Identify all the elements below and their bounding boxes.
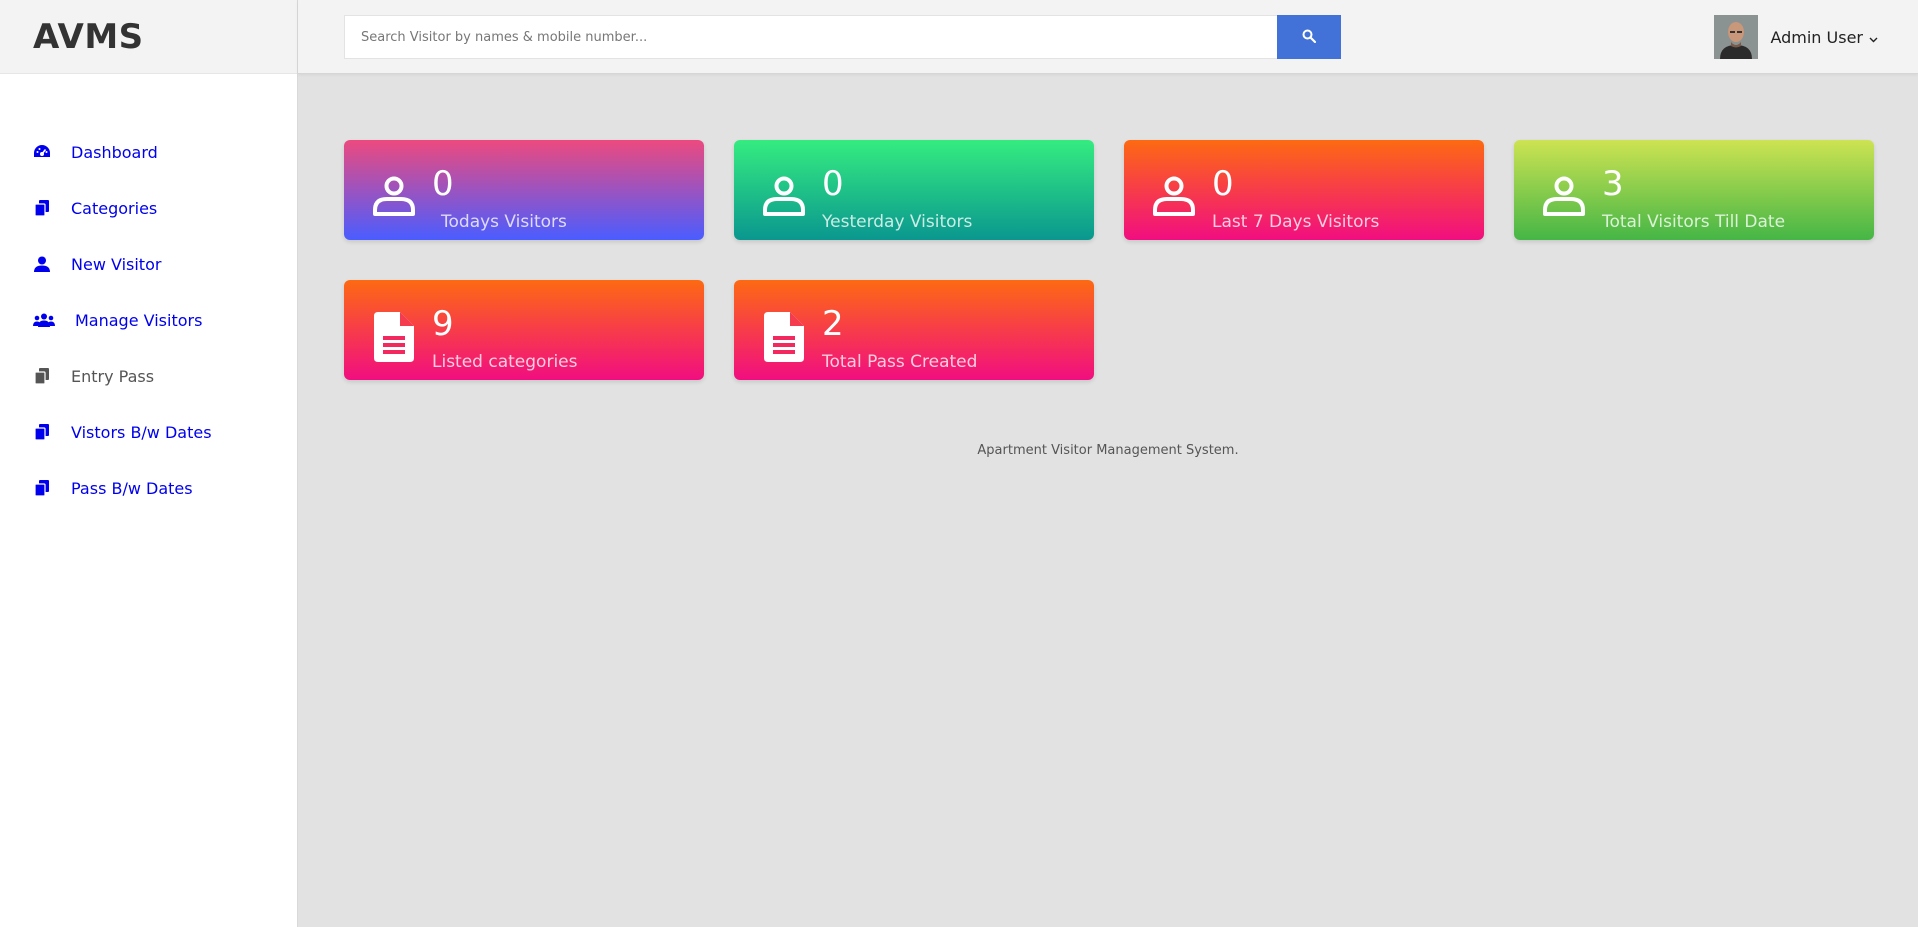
- user-icon: [762, 174, 806, 218]
- chevron-down-icon: [1869, 28, 1878, 47]
- sidebar-item-categories[interactable]: Categories: [0, 180, 297, 236]
- user-icon: [1152, 174, 1196, 218]
- top-header: Admin User: [298, 0, 1918, 74]
- stat-card-last-7-days-visitors[interactable]: 0 Last 7 Days Visitors: [1124, 140, 1484, 240]
- stat-label: Total Visitors Till Date: [1602, 212, 1786, 232]
- sidebar-item-visitors-between-dates[interactable]: Vistors B/w Dates: [0, 404, 297, 460]
- stat-value: 9: [432, 304, 454, 344]
- dashboard-gauge-icon: [33, 143, 51, 161]
- stat-card-yesterday-visitors[interactable]: 0 Yesterday Visitors: [734, 140, 1094, 240]
- file-icon: [374, 312, 418, 362]
- stat-label: Listed categories: [432, 352, 578, 372]
- sidebar-nav: Dashboard Categories New Visitor Manage …: [0, 74, 297, 516]
- brand-logo[interactable]: AVMS: [33, 17, 144, 57]
- stat-value: 3: [1602, 164, 1624, 204]
- user-menu[interactable]: Admin User: [1714, 15, 1878, 59]
- sidebar-item-label: Vistors B/w Dates: [71, 422, 212, 442]
- stat-label: Todays Visitors: [441, 212, 567, 232]
- copy-files-icon: [33, 423, 51, 441]
- copy-files-icon: [33, 479, 51, 497]
- user-icon: [372, 174, 416, 218]
- sidebar-item-label: Dashboard: [71, 142, 158, 162]
- search-box: [344, 15, 1278, 59]
- stat-value: 0: [822, 164, 844, 204]
- sidebar-item-label: Entry Pass: [71, 366, 155, 386]
- user-icon: [1542, 174, 1586, 218]
- stat-value: 0: [1212, 164, 1234, 204]
- stat-label: Total Pass Created: [822, 352, 978, 372]
- sidebar: AVMS Dashboard Categories New Visitor Ma…: [0, 0, 298, 927]
- search-icon: [1302, 29, 1317, 46]
- stat-value: 0: [432, 164, 454, 204]
- sidebar-item-label: Categories: [71, 198, 158, 218]
- stat-label: Last 7 Days Visitors: [1212, 212, 1380, 232]
- sidebar-item-label: Pass B/w Dates: [71, 478, 193, 498]
- search-button[interactable]: [1277, 15, 1341, 59]
- copy-files-icon: [33, 199, 51, 217]
- stat-card-total-visitors[interactable]: 3 Total Visitors Till Date: [1514, 140, 1874, 240]
- sidebar-item-label: New Visitor: [71, 254, 162, 274]
- avatar: [1714, 15, 1759, 59]
- users-group-icon: [33, 311, 55, 329]
- sidebar-item-new-visitor[interactable]: New Visitor: [0, 236, 297, 292]
- sidebar-item-dashboard[interactable]: Dashboard: [0, 124, 297, 180]
- stat-label: Yesterday Visitors: [822, 212, 973, 232]
- sidebar-item-manage-visitors[interactable]: Manage Visitors: [0, 292, 297, 348]
- stat-card-listed-categories[interactable]: 9 Listed categories: [344, 280, 704, 380]
- stat-card-total-pass-created[interactable]: 2 Total Pass Created: [734, 280, 1094, 380]
- sidebar-item-label: Manage Visitors: [75, 310, 203, 330]
- user-name: Admin User: [1770, 27, 1863, 47]
- footer-text: Apartment Visitor Management System.: [977, 443, 1239, 458]
- stat-value: 2: [822, 304, 844, 344]
- search-input[interactable]: [345, 16, 1278, 58]
- user-icon: [33, 255, 51, 273]
- sidebar-item-pass-between-dates[interactable]: Pass B/w Dates: [0, 460, 297, 516]
- stat-card-todays-visitors[interactable]: 0 Todays Visitors: [344, 140, 704, 240]
- file-icon: [764, 312, 808, 362]
- brand-header: AVMS: [0, 0, 297, 74]
- copy-files-icon: [33, 367, 51, 385]
- main-content: 0 Todays Visitors 0 Yesterday Visitors 0…: [298, 74, 1918, 927]
- sidebar-item-entry-pass[interactable]: Entry Pass: [0, 348, 297, 404]
